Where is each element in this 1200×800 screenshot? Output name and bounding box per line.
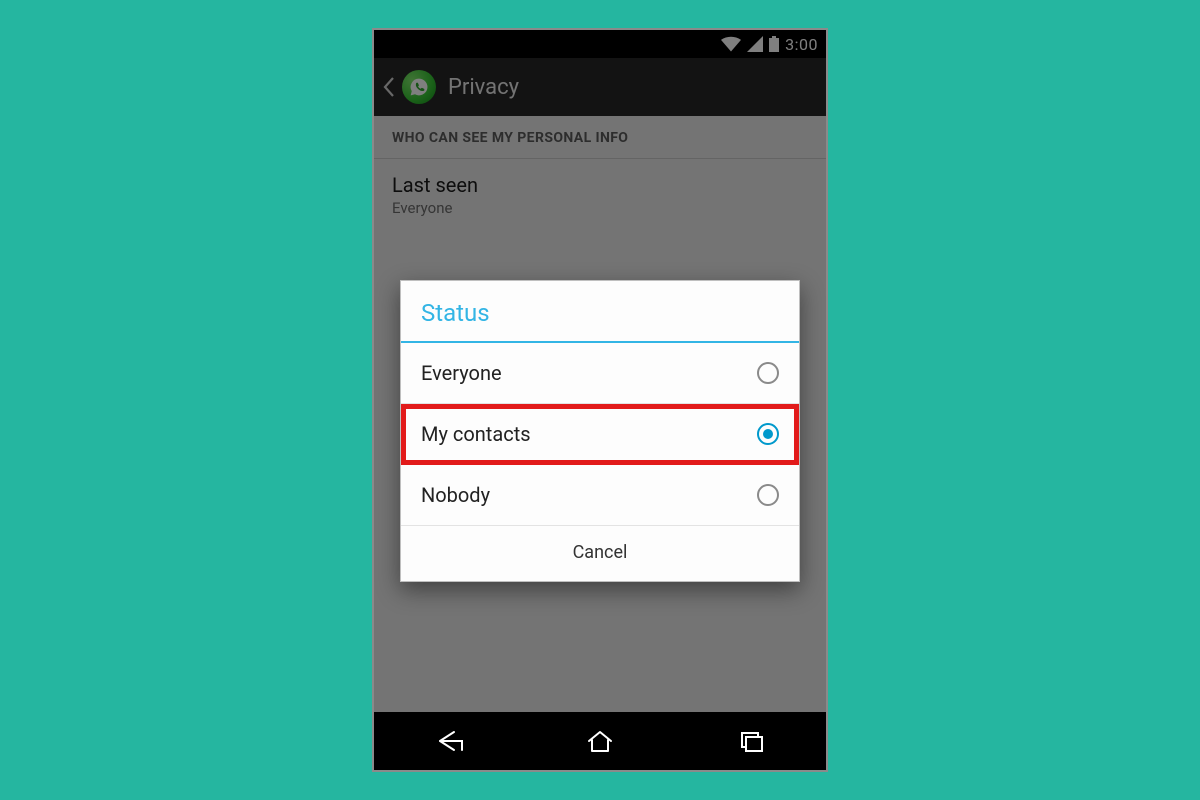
status-clock: 3:00 — [785, 35, 818, 54]
cancel-button[interactable]: Cancel — [573, 542, 628, 563]
android-status-bar: 3:00 — [374, 30, 826, 58]
android-nav-bar — [374, 712, 826, 770]
nav-recent-apps-button[interactable] — [734, 728, 768, 754]
radio-icon — [757, 423, 779, 445]
section-header: WHO CAN SEE MY PERSONAL INFO — [374, 116, 826, 159]
nav-back-button[interactable] — [432, 728, 466, 754]
option-label: Everyone — [421, 361, 502, 385]
radio-icon — [757, 484, 779, 506]
option-nobody[interactable]: Nobody — [401, 465, 799, 526]
last-seen-value: Everyone — [392, 199, 808, 217]
dialog-title: Status — [401, 281, 799, 343]
privacy-settings-list: WHO CAN SEE MY PERSONAL INFO Last seen E… — [374, 116, 826, 233]
app-action-bar: Privacy — [374, 58, 826, 116]
dialog-actions: Cancel — [401, 526, 799, 581]
last-seen-row[interactable]: Last seen Everyone — [374, 159, 826, 233]
dialog-options: Everyone My contacts Nobody — [401, 343, 799, 526]
cell-signal-icon — [747, 36, 763, 52]
phone-frame: 3:00 Privacy WHO CAN SEE MY PERSONAL INF… — [372, 28, 828, 772]
back-icon[interactable] — [382, 76, 396, 98]
radio-icon — [757, 362, 779, 384]
screen-title: Privacy — [448, 75, 519, 100]
status-privacy-dialog: Status Everyone My contacts Nobody Cance… — [400, 280, 800, 582]
option-label: My contacts — [421, 422, 531, 446]
wifi-icon — [721, 36, 741, 52]
nav-home-button[interactable] — [583, 728, 617, 754]
battery-icon — [769, 36, 779, 52]
option-everyone[interactable]: Everyone — [401, 343, 799, 404]
option-label: Nobody — [421, 483, 490, 507]
option-my-contacts[interactable]: My contacts — [401, 404, 799, 465]
last-seen-label: Last seen — [392, 173, 808, 197]
whatsapp-logo-icon — [402, 70, 436, 104]
